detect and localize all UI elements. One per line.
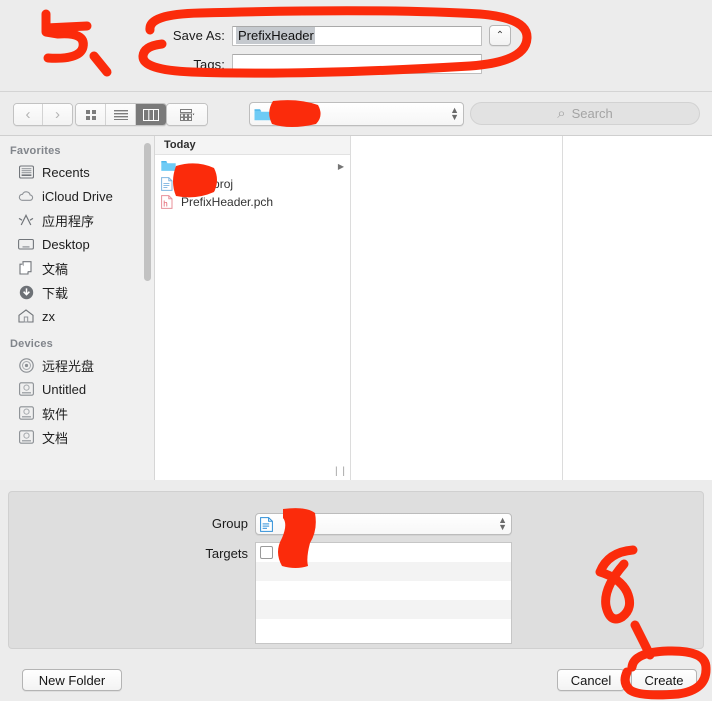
hard-drive-icon — [17, 429, 35, 445]
documents-icon — [17, 260, 35, 276]
group-select[interactable]: ▲ ▼ — [255, 513, 512, 535]
xcode-target-icon — [278, 546, 293, 559]
folder-icon — [254, 108, 271, 120]
header-file-icon: h — [161, 195, 176, 209]
document-icon — [161, 177, 176, 191]
column-header-today: Today — [155, 136, 350, 155]
save-as-value: PrefixHeader — [236, 27, 315, 44]
file-name: PrefixHeader.pch — [181, 195, 274, 209]
column-view-button[interactable] — [136, 104, 166, 125]
target-row[interactable] — [256, 543, 511, 562]
sidebar-item-label: 远程光盘 — [42, 358, 95, 374]
tags-label: Tags: — [193, 56, 225, 72]
grid-icon — [85, 109, 96, 120]
sidebar-item-applications[interactable]: 应用程序 — [0, 208, 154, 232]
sidebar-item-documents-device[interactable]: 文档 — [0, 425, 154, 449]
save-as-row: Save As: PrefixHeader ⌃ — [164, 25, 511, 46]
target-row[interactable] — [256, 600, 511, 619]
sidebar-item-label: Recents — [42, 164, 90, 180]
sidebar-item-label: 应用程序 — [42, 213, 95, 229]
applications-icon — [17, 212, 35, 228]
sidebar-item-label: 文稿 — [42, 261, 69, 277]
sidebar-item-label: 软件 — [42, 406, 69, 422]
file-column-3 — [563, 136, 710, 480]
sidebar-section-favorites: Favorites — [10, 145, 61, 157]
sidebar-item-label: 下载 — [42, 285, 69, 301]
save-as-panel: Save As: PrefixHeader ⌃ Tags: — [0, 0, 712, 91]
sidebar-scrollbar[interactable] — [144, 143, 151, 281]
tags-input[interactable] — [232, 54, 482, 74]
file-browser: Favorites Recents iCloud Drive 应用程序 Desk… — [0, 135, 712, 480]
arrange-grid-icon — [179, 108, 194, 121]
group-label: Group — [211, 516, 248, 531]
save-as-label: Save As: — [172, 28, 225, 43]
stepper-icon[interactable]: ▲ ▼ — [498, 516, 507, 532]
chevron-right-icon[interactable]: ▶ — [338, 162, 344, 171]
sidebar-item-remote-disc[interactable]: 远程光盘 — [0, 353, 154, 377]
column-resize-grip[interactable]: | | — [335, 466, 346, 477]
sidebar: Favorites Recents iCloud Drive 应用程序 Desk… — [0, 136, 155, 480]
sidebar-item-label: Untitled — [42, 381, 87, 397]
icon-view-button[interactable] — [76, 104, 106, 125]
stepper-icon[interactable]: ▲ ▼ — [450, 106, 459, 122]
search-input[interactable]: ⌕ Search — [470, 102, 700, 125]
save-as-input[interactable]: PrefixHeader — [232, 25, 482, 46]
sidebar-item-label: iCloud Drive — [42, 188, 113, 204]
file-row[interactable]: xcodeproj — [155, 175, 350, 193]
back-button[interactable]: ‹ — [14, 104, 43, 125]
sidebar-item-label: zx — [42, 308, 55, 324]
file-row[interactable]: ▶ — [155, 157, 350, 175]
file-name: xcodeproj — [181, 177, 234, 191]
optical-disc-icon — [17, 357, 35, 373]
sidebar-item-home[interactable]: zx — [0, 304, 154, 328]
targets-label: Targets — [205, 546, 248, 561]
navigation-buttons: ‹ › — [13, 103, 73, 126]
target-row[interactable] — [256, 562, 511, 581]
cloud-icon — [17, 188, 35, 204]
sidebar-item-desktop[interactable]: Desktop — [0, 232, 154, 256]
document-icon — [260, 516, 273, 532]
sidebar-item-downloads[interactable]: 下载 — [0, 280, 154, 304]
new-folder-button[interactable]: New Folder — [22, 669, 122, 691]
location-popup-button[interactable]: ▲ ▼ — [249, 102, 464, 126]
lines-icon — [113, 110, 128, 120]
file-column-1: Today ▶ xcodeproj h PrefixHeader.pch | | — [155, 136, 351, 480]
create-button[interactable]: Create — [631, 669, 697, 691]
folder-icon — [161, 160, 176, 172]
arrange-icon[interactable] — [167, 104, 207, 125]
sidebar-item-software[interactable]: 软件 — [0, 401, 154, 425]
file-column-2 — [351, 136, 563, 480]
hard-drive-icon — [17, 405, 35, 421]
sidebar-item-recents[interactable]: Recents — [0, 160, 154, 184]
downloads-icon — [17, 284, 35, 300]
forward-button[interactable]: › — [43, 104, 72, 125]
target-row[interactable] — [256, 581, 511, 600]
sidebar-item-icloud-drive[interactable]: iCloud Drive — [0, 184, 154, 208]
svg-text:h: h — [163, 199, 167, 208]
target-row[interactable] — [256, 619, 511, 638]
list-view-button[interactable] — [106, 104, 136, 125]
desktop-icon — [17, 236, 35, 252]
target-checkbox[interactable] — [260, 546, 273, 559]
home-icon — [17, 308, 35, 324]
targets-list — [255, 542, 512, 644]
sidebar-item-label: 文档 — [42, 430, 69, 446]
chevron-up-icon[interactable]: ⌃ — [489, 25, 511, 46]
tags-row: Tags: — [164, 54, 482, 74]
search-placeholder: Search — [571, 106, 613, 121]
sidebar-section-devices: Devices — [10, 338, 53, 350]
view-mode-buttons — [75, 103, 167, 126]
columns-icon — [143, 108, 159, 121]
arrange-by-button[interactable] — [166, 103, 208, 126]
hard-drive-icon — [17, 381, 35, 397]
search-icon: ⌕ — [557, 105, 566, 122]
sidebar-item-untitled[interactable]: Untitled — [0, 377, 154, 401]
sidebar-item-documents[interactable]: 文稿 — [0, 256, 154, 280]
cancel-button[interactable]: Cancel — [557, 669, 625, 691]
file-row[interactable]: h PrefixHeader.pch — [155, 193, 350, 211]
recents-icon — [17, 164, 35, 180]
sidebar-item-label: Desktop — [42, 236, 90, 252]
